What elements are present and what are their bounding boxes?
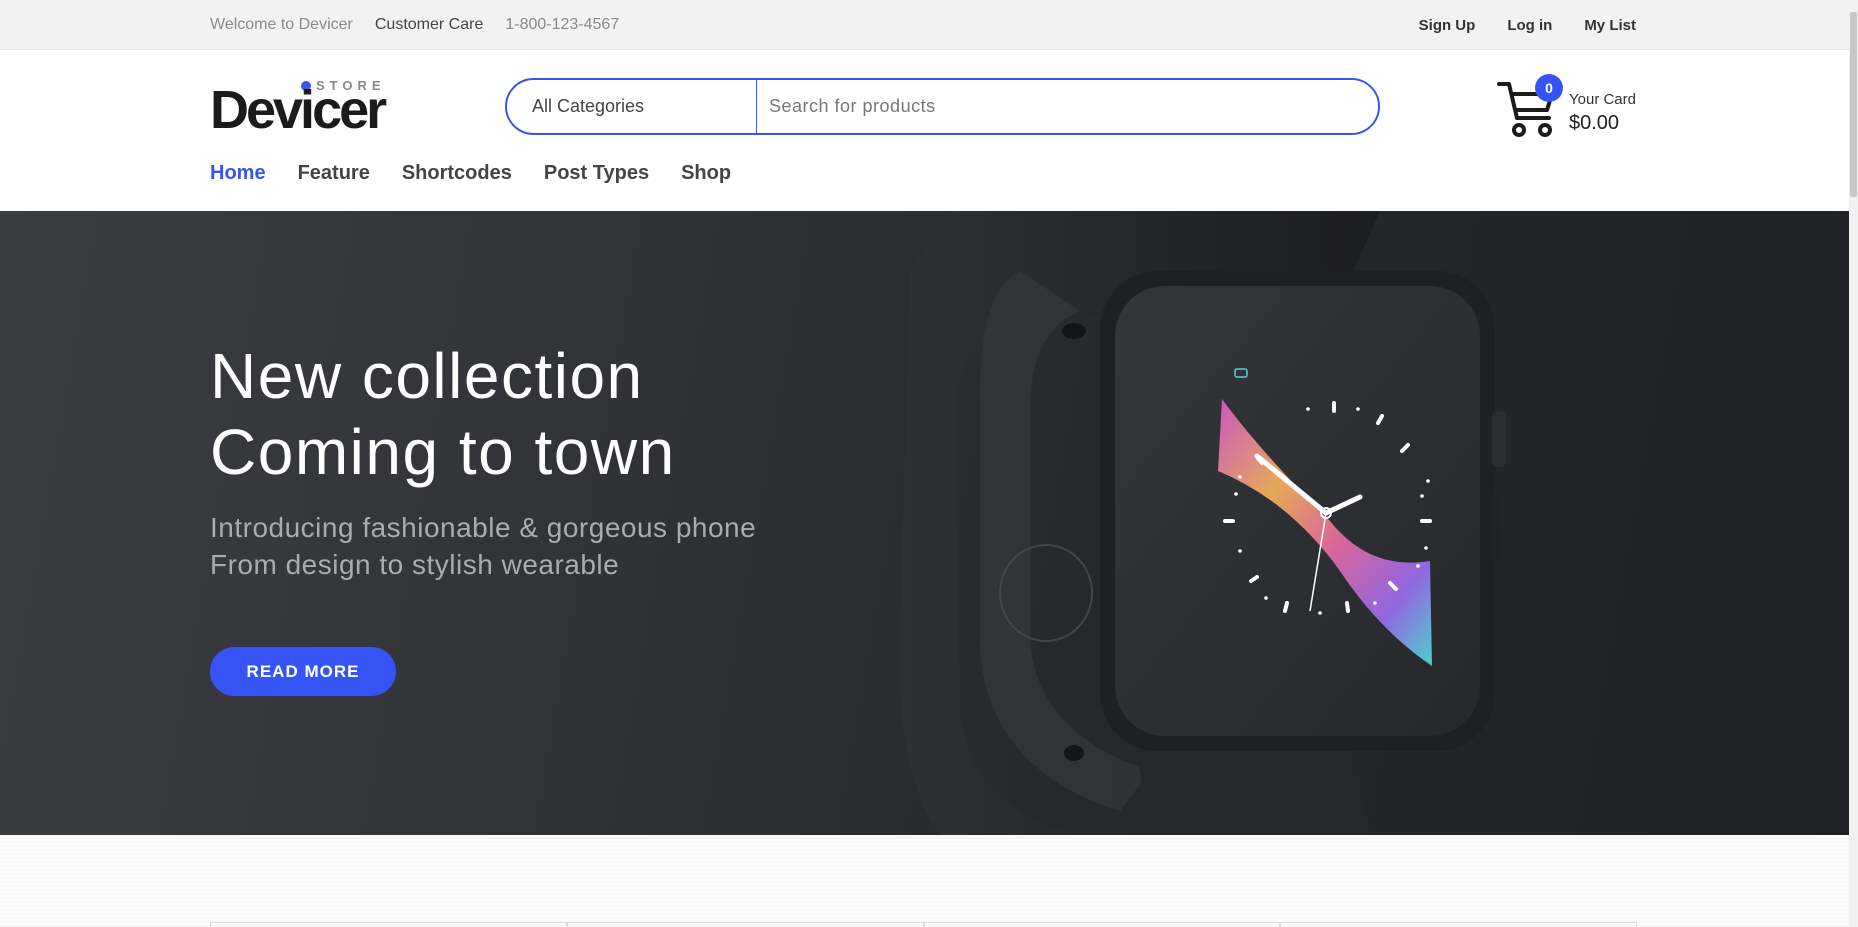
feature-box xyxy=(566,922,924,927)
nav-item-shop[interactable]: Shop xyxy=(681,162,731,185)
feature-box xyxy=(923,922,1281,927)
main-nav: Home Feature Shortcodes Post Types Shop xyxy=(210,162,731,185)
page-scrollbar[interactable] xyxy=(1849,0,1858,927)
cart[interactable]: 0 Your Card $0.00 xyxy=(1497,74,1637,138)
hero-subtitle: Introducing fashionable & gorgeous phone… xyxy=(210,512,757,580)
cart-total: $0.00 xyxy=(1569,112,1620,134)
phone-number: 1-800-123-4567 xyxy=(505,16,620,33)
customer-care-link[interactable]: Customer Care xyxy=(375,16,483,34)
hero-title: New collection Coming to town xyxy=(210,338,676,490)
top-bar-info: Welcome to Devicer Customer Care 1-800-1… xyxy=(210,16,619,34)
site-logo[interactable]: STORE Devicer xyxy=(210,78,390,138)
content-section xyxy=(0,835,1849,927)
scrollbar-thumb[interactable] xyxy=(1850,12,1857,197)
my-list-link[interactable]: My List xyxy=(1584,17,1636,34)
feature-box xyxy=(1280,922,1637,927)
nav-item-shortcodes[interactable]: Shortcodes xyxy=(402,162,512,185)
nav-item-feature[interactable]: Feature xyxy=(298,162,370,185)
feature-box xyxy=(210,922,567,927)
smartwatch-image xyxy=(900,211,1506,835)
site-header: STORE Devicer All Categories 0 Your Card… xyxy=(0,50,1849,211)
read-more-button[interactable]: READ MORE xyxy=(210,647,396,696)
search-bar: All Categories xyxy=(505,78,1380,135)
category-select[interactable]: All Categories xyxy=(507,80,757,133)
nav-item-home[interactable]: Home xyxy=(210,162,266,185)
cart-count-badge: 0 xyxy=(1535,74,1563,102)
sign-up-link[interactable]: Sign Up xyxy=(1419,17,1476,34)
account-links: Sign Up Log in My List xyxy=(1419,17,1636,34)
welcome-text: Welcome to Devicer xyxy=(210,16,353,33)
cart-label: Your Card xyxy=(1569,91,1636,108)
logo-brand: Devicer xyxy=(210,80,387,140)
log-in-link[interactable]: Log in xyxy=(1507,17,1552,34)
nav-item-post-types[interactable]: Post Types xyxy=(544,162,649,185)
hero-title-line-1: New collection xyxy=(210,340,644,412)
feature-boxes xyxy=(210,922,1637,927)
search-input[interactable] xyxy=(757,80,1378,133)
top-bar: Welcome to Devicer Customer Care 1-800-1… xyxy=(0,0,1849,50)
hero-title-line-2: Coming to town xyxy=(210,416,676,488)
hero-banner: New collection Coming to town Introducin… xyxy=(0,211,1849,835)
